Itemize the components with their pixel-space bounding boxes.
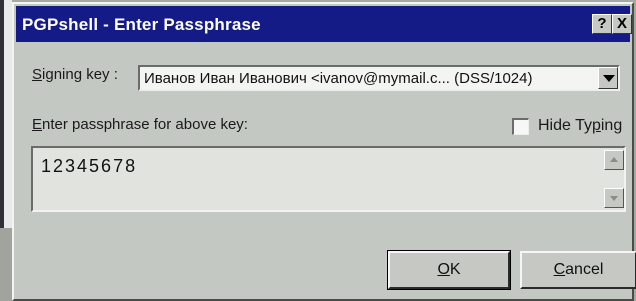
close-button[interactable]: X [612, 14, 632, 34]
signing-key-select[interactable]: Иванов Иван Иванович <ivanov@mymail.c...… [138, 65, 620, 91]
hide-typing-label[interactable]: Hide Typing [538, 117, 622, 135]
chevron-down-icon [603, 75, 615, 82]
background-desktop [0, 228, 12, 301]
arrow-up-icon [610, 157, 618, 162]
passphrase-input[interactable]: 12345678 [31, 146, 626, 212]
window-title: PGPshell - Enter Passphrase [22, 15, 261, 34]
passphrase-prompt-label: Enter passphrase for above key: [32, 116, 248, 133]
scroll-up-button[interactable] [604, 150, 624, 170]
signing-key-label: Signing key : [32, 66, 118, 83]
hide-typing-checkbox[interactable] [512, 118, 529, 135]
background-window-strip [4, 0, 12, 228]
title-bar[interactable]: PGPshell - Enter Passphrase ? X [16, 6, 632, 42]
arrow-down-icon [610, 196, 618, 201]
cancel-button[interactable]: Cancel [520, 251, 636, 289]
signing-key-value: Иванов Иван Иванович <ivanov@mymail.c...… [144, 70, 533, 87]
dropdown-arrow-button[interactable] [598, 67, 618, 89]
help-button[interactable]: ? [592, 14, 612, 34]
passphrase-dialog: PGPshell - Enter Passphrase ? X Signing … [12, 2, 636, 301]
ok-button[interactable]: OK [387, 250, 511, 290]
scroll-down-button[interactable] [604, 188, 624, 208]
passphrase-text: 12345678 [41, 156, 138, 176]
